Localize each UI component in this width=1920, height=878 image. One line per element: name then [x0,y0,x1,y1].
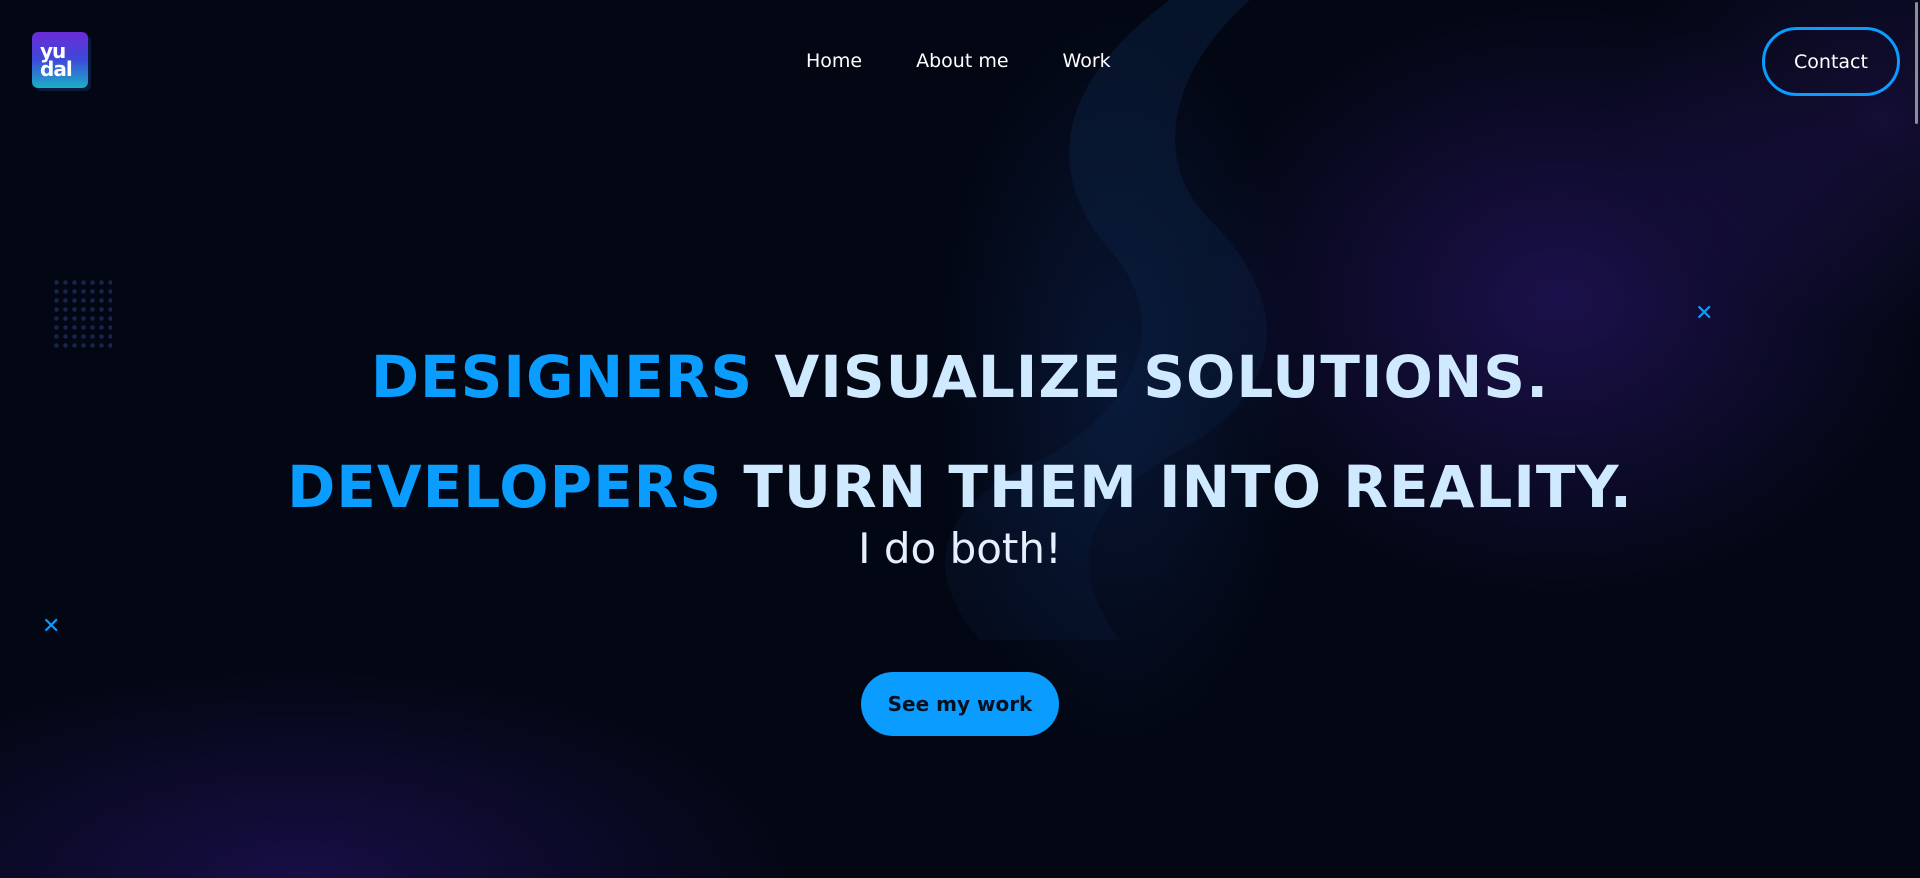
dot-grid-decoration [52,278,112,350]
scrollbar-thumb[interactable] [1915,2,1918,124]
landing-page: yu dal Home About me Work Contact ✕ ✕ DE… [0,0,1920,878]
headline-text-line-1: VISUALIZE SOLUTIONS. [774,342,1550,411]
cross-icon: ✕ [1695,301,1714,326]
nav-about-link[interactable]: About me [916,50,1008,72]
hero-subtitle: I do both! [858,524,1062,573]
nav-work-link[interactable]: Work [1063,50,1111,72]
background-wave-graphic [945,0,1267,640]
logo-text-bottom: dal [40,57,73,81]
contact-button[interactable]: Contact [1762,27,1900,96]
headline-line-1: DESIGNERS VISUALIZE SOLUTIONS. [0,347,1920,407]
headline-line-2: DEVELOPERS TURN THEM INTO REALITY. [0,457,1920,517]
headline-accent-developers: DEVELOPERS [287,452,723,521]
site-logo[interactable]: yu dal [32,32,88,88]
cross-icon: ✕ [42,614,61,639]
headline-accent-designers: DESIGNERS [370,342,754,411]
headline-text-line-2: TURN THEM INTO REALITY. [743,452,1633,521]
nav-home-link[interactable]: Home [806,50,862,72]
see-my-work-button[interactable]: See my work [861,672,1059,736]
main-nav: Home About me Work [806,50,1111,72]
